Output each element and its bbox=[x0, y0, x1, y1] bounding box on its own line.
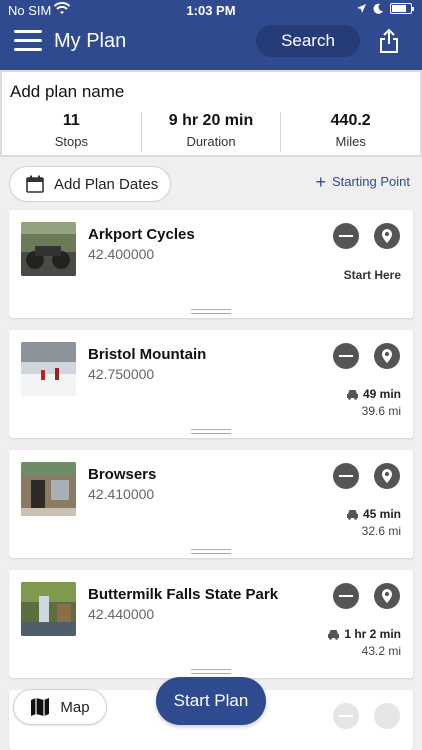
add-plan-dates-label: Add Plan Dates bbox=[54, 175, 159, 193]
stop-photo bbox=[21, 342, 76, 396]
map-pin-icon bbox=[382, 589, 392, 603]
drag-handle[interactable] bbox=[191, 549, 231, 554]
drive-time: 1 hr 2 min bbox=[344, 627, 401, 641]
map-pin-icon bbox=[382, 229, 392, 243]
stat-stops: 11 Stops bbox=[2, 112, 141, 152]
stop-name: Buttermilk Falls State Park bbox=[88, 586, 279, 603]
stop-subtitle: 42.750000 bbox=[88, 366, 155, 382]
plan-stats: 11 Stops 9 hr 20 min Duration 440.2 Mile… bbox=[2, 112, 420, 152]
map-pin-button[interactable] bbox=[374, 343, 400, 369]
map-pin-button[interactable] bbox=[374, 583, 400, 609]
starting-point-label: Starting Point bbox=[331, 174, 410, 189]
drive-time: 45 min bbox=[362, 507, 401, 521]
stop-photo bbox=[21, 582, 76, 636]
starting-point-link[interactable]: + Starting Point bbox=[315, 171, 410, 192]
drive-distance: 43.2 mi bbox=[361, 644, 401, 658]
stop-card[interactable]: Arkport Cycles 42.400000 Start Here bbox=[9, 210, 413, 318]
stop-name: Arkport Cycles bbox=[88, 226, 195, 243]
stat-label: Duration bbox=[186, 134, 236, 149]
drive-distance: 39.6 mi bbox=[361, 404, 401, 418]
map-icon bbox=[31, 698, 50, 716]
app-header: No SIM 1:03 PM My Plan Search bbox=[0, 0, 422, 70]
stat-value: 11 bbox=[62, 112, 80, 129]
drive-info: 49 min 39.6 mi bbox=[346, 387, 401, 418]
drive-time: 49 min bbox=[362, 387, 401, 401]
map-button-label: Map bbox=[60, 698, 90, 716]
stat-label: Miles bbox=[335, 134, 366, 149]
page-title: My Plan bbox=[54, 30, 127, 52]
map-pin-button[interactable] bbox=[374, 463, 400, 489]
stop-subtitle: 42.410000 bbox=[88, 486, 155, 502]
share-icon[interactable] bbox=[378, 28, 400, 54]
stop-subtitle: 42.400000 bbox=[88, 246, 155, 262]
stat-value: 9 hr 20 min bbox=[168, 112, 254, 129]
stop-card[interactable]: Bristol Mountain 42.750000 49 min 39.6 m… bbox=[9, 330, 413, 438]
add-plan-dates-button[interactable]: Add Plan Dates bbox=[9, 166, 171, 202]
remove-stop-button[interactable] bbox=[333, 343, 359, 369]
stat-value: 440.2 bbox=[330, 112, 371, 129]
car-icon bbox=[346, 389, 358, 400]
drive-info: 45 min 32.6 mi bbox=[346, 507, 401, 538]
start-here-label: Start Here bbox=[343, 268, 401, 282]
car-icon bbox=[346, 509, 358, 520]
status-bar: No SIM 1:03 PM bbox=[0, 0, 422, 20]
drag-handle[interactable] bbox=[191, 669, 231, 674]
drag-handle[interactable] bbox=[191, 309, 231, 314]
search-button[interactable]: Search bbox=[256, 25, 360, 57]
map-pin-button[interactable] bbox=[374, 703, 400, 729]
hamburger-menu-icon[interactable] bbox=[14, 30, 42, 52]
stat-label: Stops bbox=[54, 134, 88, 149]
remove-stop-button[interactable] bbox=[333, 703, 359, 729]
start-plan-button[interactable]: Start Plan bbox=[156, 677, 266, 725]
remove-stop-button[interactable] bbox=[333, 583, 359, 609]
plan-name-field[interactable]: Add plan name bbox=[10, 82, 124, 102]
plan-summary: Add plan name 11 Stops 9 hr 20 min Durat… bbox=[0, 70, 422, 157]
battery-icon bbox=[390, 3, 414, 14]
drive-info: 1 hr 2 min 43.2 mi bbox=[327, 627, 401, 658]
stop-subtitle: 42.440000 bbox=[88, 606, 155, 622]
map-button[interactable]: Map bbox=[13, 689, 107, 725]
stop-name: Browsers bbox=[88, 466, 157, 483]
car-icon bbox=[328, 629, 340, 640]
calendar-icon bbox=[26, 175, 44, 193]
stop-photo bbox=[21, 462, 76, 516]
remove-stop-button[interactable] bbox=[333, 223, 359, 249]
plus-icon: + bbox=[315, 171, 326, 192]
stop-photo bbox=[21, 222, 76, 276]
stat-miles: 440.2 Miles bbox=[280, 112, 420, 152]
stop-card[interactable]: Browsers 42.410000 45 min 32.6 mi bbox=[9, 450, 413, 558]
drag-handle[interactable] bbox=[191, 429, 231, 434]
location-arrow-icon bbox=[357, 4, 366, 13]
stop-name: Bristol Mountain bbox=[88, 346, 207, 363]
map-pin-icon bbox=[382, 469, 392, 483]
remove-stop-button[interactable] bbox=[333, 463, 359, 489]
stop-card[interactable]: Buttermilk Falls State Park 42.440000 1 … bbox=[9, 570, 413, 678]
moon-icon bbox=[373, 3, 383, 14]
stat-duration: 9 hr 20 min Duration bbox=[140, 112, 281, 152]
map-pin-button[interactable] bbox=[374, 223, 400, 249]
map-pin-icon bbox=[382, 349, 392, 363]
drive-distance: 32.6 mi bbox=[361, 524, 401, 538]
